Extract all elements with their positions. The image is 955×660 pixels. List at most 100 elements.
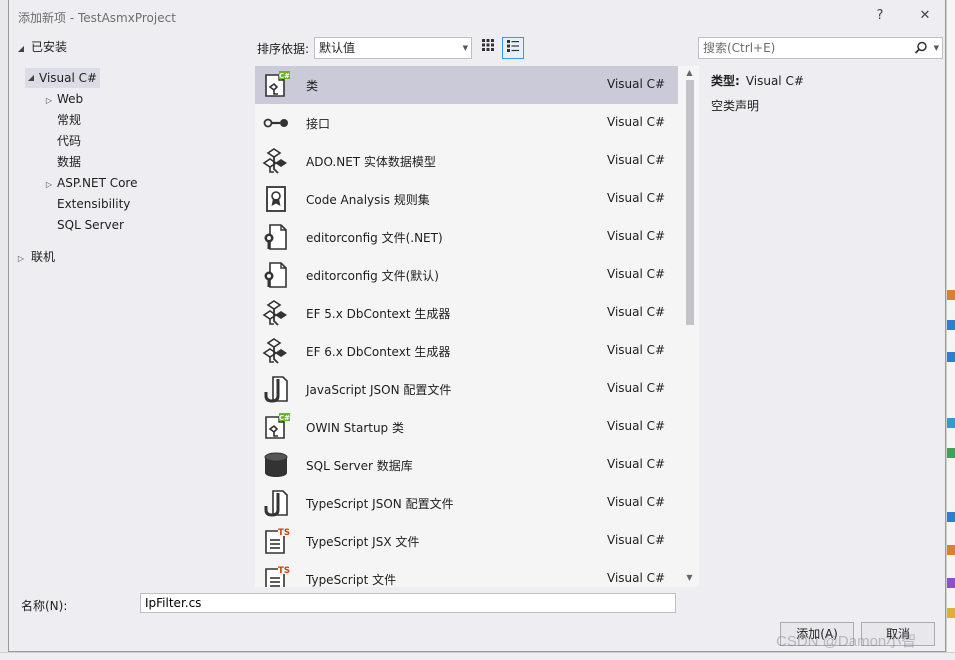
tree-node-web[interactable]: ▷ Web (43, 89, 83, 109)
svg-text:C#: C# (279, 414, 290, 422)
svg-text:TS: TS (278, 528, 290, 538)
template-language: Visual C# (607, 115, 666, 129)
template-name: 接口 (306, 117, 331, 131)
entity-model-icon (262, 338, 287, 364)
expand-arrow-icon[interactable]: ▷ (15, 249, 27, 269)
background-ide-bottom (0, 652, 955, 660)
template-row-interface[interactable]: 接口 Visual C# (255, 104, 678, 142)
background-ide-icon (947, 545, 955, 555)
template-row-typescript-jsx-file[interactable]: TS TypeScript JSX 文件 Visual C# (255, 522, 678, 560)
tree-node-code[interactable]: 代码 (57, 131, 81, 151)
template-language: Visual C# (607, 229, 666, 243)
category-tree: ◢ 已安装 ◢ Visual C# ▷ Web 常规 代码 数据 ▷ ASP.NET C… (9, 34, 247, 579)
background-ide-icon (947, 578, 955, 588)
search-input[interactable]: 搜索(Ctrl+E) ▼ (698, 37, 943, 59)
template-row-ef5-dbcontext[interactable]: EF 5.x DbContext 生成器 Visual C# (255, 294, 678, 332)
json-config-icon (264, 376, 288, 403)
detail-type: 类型: Visual C# (711, 72, 804, 89)
template-name: SQL Server 数据库 (306, 459, 413, 473)
grid-view-icon (482, 39, 494, 51)
svg-text:TS: TS (278, 566, 290, 576)
help-button[interactable]: ? (867, 4, 893, 28)
template-row-editorconfig-dotnet[interactable]: editorconfig 文件(.NET) Visual C# (255, 218, 678, 256)
template-language: Visual C# (607, 495, 666, 509)
class-icon: C# (265, 413, 290, 439)
template-language: Visual C# (607, 419, 666, 433)
template-name: JavaScript JSON 配置文件 (306, 383, 452, 397)
dialog-title: 添加新项 - TestAsmxProject (18, 11, 176, 25)
template-row-editorconfig-default[interactable]: editorconfig 文件(默认) Visual C# (255, 256, 678, 294)
template-row-javascript-json-config[interactable]: JavaScript JSON 配置文件 Visual C# (255, 370, 678, 408)
list-view-icon (507, 40, 519, 52)
entity-model-icon (262, 300, 287, 326)
tree-node-label: Web (57, 92, 84, 106)
background-ide-icon (947, 418, 955, 428)
template-name: Code Analysis 规则集 (306, 193, 430, 207)
close-button[interactable]: ✕ (912, 4, 938, 28)
template-row-typescript-file[interactable]: TS TypeScript 文件 Visual C# (255, 560, 678, 587)
csdn-watermark: CSDN @Damon小智 (776, 633, 917, 650)
sort-by-value: 默认值 (319, 41, 356, 55)
template-name: editorconfig 文件(.NET) (306, 231, 443, 245)
template-list-scrollbar[interactable]: ▲ ▼ (680, 66, 699, 587)
tree-node-online[interactable]: ▷ 联机 (15, 247, 55, 267)
scrollbar-thumb[interactable] (686, 80, 694, 325)
expand-arrow-icon[interactable]: ▷ (43, 91, 55, 111)
expand-arrow-icon[interactable]: ▷ (43, 175, 55, 195)
tree-node-label: 联机 (31, 250, 56, 264)
tree-node-general[interactable]: 常规 (57, 110, 81, 130)
tree-node-visual-csharp[interactable]: ◢ Visual C# (25, 68, 100, 88)
scroll-down-arrow-icon[interactable]: ▼ (680, 571, 699, 585)
template-name: EF 5.x DbContext 生成器 (306, 307, 451, 321)
template-name: EF 6.x DbContext 生成器 (306, 345, 451, 359)
template-row-typescript-json-config[interactable]: TypeScript JSON 配置文件 Visual C# (255, 484, 678, 522)
template-row-ef6-dbcontext[interactable]: EF 6.x DbContext 生成器 Visual C# (255, 332, 678, 370)
tree-node-installed[interactable]: ◢ 已安装 (15, 38, 67, 56)
template-list: C# 类 Visual C# 接口 Visual C# ADO.NET 实体数据… (255, 66, 699, 587)
template-language: Visual C# (607, 77, 666, 91)
tree-node-extensibility[interactable]: Extensibility (57, 194, 130, 214)
tree-node-data[interactable]: 数据 (57, 152, 81, 172)
tree-node-label: 常规 (57, 113, 82, 127)
list-view-button[interactable] (502, 37, 524, 59)
template-language: Visual C# (607, 571, 666, 585)
template-name: TypeScript 文件 (306, 573, 397, 587)
tree-node-label: ASP.NET Core (57, 176, 138, 190)
svg-text:C#: C# (279, 72, 290, 80)
template-row-ado-net-entity-model[interactable]: ADO.NET 实体数据模型 Visual C# (255, 142, 678, 180)
database-icon (264, 452, 288, 477)
medium-icons-view-button[interactable] (477, 37, 499, 59)
name-field[interactable] (140, 593, 676, 613)
template-language: Visual C# (607, 381, 666, 395)
tree-node-label: Visual C# (39, 71, 98, 85)
tree-node-label: 代码 (57, 134, 82, 148)
template-language: Visual C# (607, 305, 666, 319)
template-name: TypeScript JSON 配置文件 (306, 497, 454, 511)
template-language: Visual C# (607, 533, 666, 547)
sort-by-select[interactable]: 默认值 ▼ (314, 37, 472, 59)
ruleset-icon (266, 186, 286, 212)
tree-node-label: 数据 (57, 155, 82, 169)
scroll-up-arrow-icon[interactable]: ▲ (680, 66, 699, 80)
template-row-sql-server-database[interactable]: SQL Server 数据库 Visual C# (255, 446, 678, 484)
tree-node-sql-server[interactable]: SQL Server (57, 215, 124, 235)
search-options-dropdown-icon[interactable]: ▼ (934, 38, 939, 58)
collapse-arrow-icon[interactable]: ◢ (15, 40, 27, 58)
editorconfig-icon (264, 224, 287, 250)
background-ide-icon (947, 608, 955, 618)
class-icon: C# (265, 71, 290, 97)
dialog-titlebar: 添加新项 - TestAsmxProject ? ✕ (9, 0, 945, 31)
template-row-owin-startup-class[interactable]: C# OWIN Startup 类 Visual C# (255, 408, 678, 446)
entity-model-icon (262, 148, 287, 174)
interface-icon (263, 118, 288, 128)
collapse-arrow-icon[interactable]: ◢ (25, 68, 37, 88)
template-name: ADO.NET 实体数据模型 (306, 155, 436, 169)
template-row-class[interactable]: C# 类 Visual C# (255, 66, 678, 104)
template-row-code-analysis-ruleset[interactable]: Code Analysis 规则集 Visual C# (255, 180, 678, 218)
template-language: Visual C# (607, 191, 666, 205)
search-icon[interactable] (914, 38, 928, 58)
template-name: TypeScript JSX 文件 (306, 535, 420, 549)
chevron-down-icon: ▼ (462, 44, 468, 52)
tree-node-aspnet-core[interactable]: ▷ ASP.NET Core (43, 173, 138, 195)
tree-node-label: 已安装 (31, 40, 68, 54)
